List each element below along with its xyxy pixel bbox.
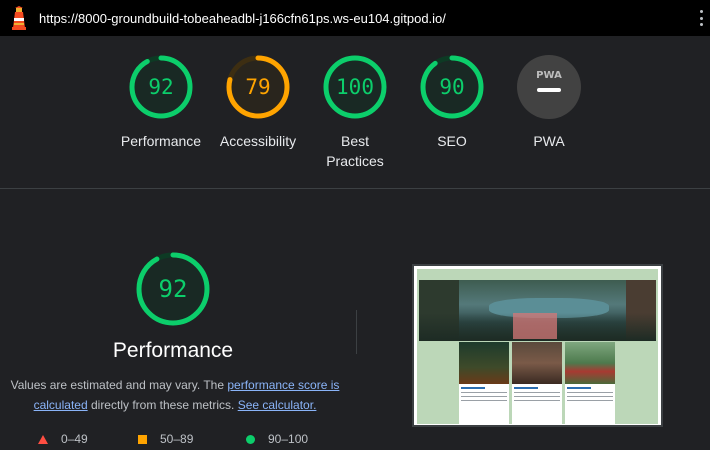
gauge-label: PWA [533,133,565,149]
gauge-score: 79 [245,75,270,99]
performance-title: Performance [112,339,234,362]
legend-fail: 0–49 [38,432,88,446]
gauge-label: Performance [120,133,202,149]
score-summary: 92 Performance 79 Accessibility 100 Best… [0,36,710,188]
lighthouse-icon [12,6,26,30]
gauge-label: Accessibility [219,133,297,149]
gauge-score: 100 [336,75,374,99]
gauge-ring: 79 [226,55,290,119]
legend-average: 50–89 [138,432,193,446]
performance-description: Values are estimated and may vary. The p… [10,375,340,415]
legend-label: 90–100 [268,432,309,446]
gauge-label: Best Practices [326,133,384,169]
top-bar: https://8000-groundbuild-tobeaheadbl-j16… [0,0,710,36]
gauge-accessibility[interactable]: 79 Accessibility [208,54,308,151]
pwa-badge-icon: PWA [517,55,581,119]
performance-score: 92 [159,275,188,303]
screenshot-navbar [417,269,658,280]
square-icon [138,434,147,444]
screenshot-card [512,342,562,424]
performance-gauge: 92 [136,252,210,326]
gauge-ring: 100 [323,55,387,119]
gauge-best-practices[interactable]: 100 Best Practices [305,54,405,171]
screenshot-card [459,342,509,424]
screenshot-overlay [513,313,557,339]
gauge-score: 92 [148,75,173,99]
circle-icon [246,434,255,444]
legend-pass: 90–100 [246,432,308,446]
legend-label: 0–49 [61,432,88,446]
pwa-badge-text: PWA [536,70,562,81]
kebab-menu-icon[interactable] [698,10,704,26]
triangle-icon [38,434,48,444]
see-calculator-link[interactable]: See calculator. [238,398,317,412]
desc-text-2: directly from these metrics. [87,398,238,412]
desc-text-1: Values are estimated and may vary. The [10,378,228,392]
page-screenshot[interactable] [412,264,663,427]
screenshot-card [565,342,615,424]
legend-label: 50–89 [160,432,194,446]
screenshot-image [417,269,658,424]
gauge-ring: 90 [420,55,484,119]
gauge-score: 90 [439,75,464,99]
gauge-pwa[interactable]: PWA PWA [499,54,599,151]
gauge-seo[interactable]: 90 SEO [402,54,502,151]
gauge-label: SEO [437,133,467,149]
vertical-separator [356,310,357,354]
url-text[interactable]: https://8000-groundbuild-tobeaheadbl-j16… [39,11,446,26]
gauge-performance[interactable]: 92 Performance [111,54,211,151]
gauge-ring: 92 [129,55,193,119]
